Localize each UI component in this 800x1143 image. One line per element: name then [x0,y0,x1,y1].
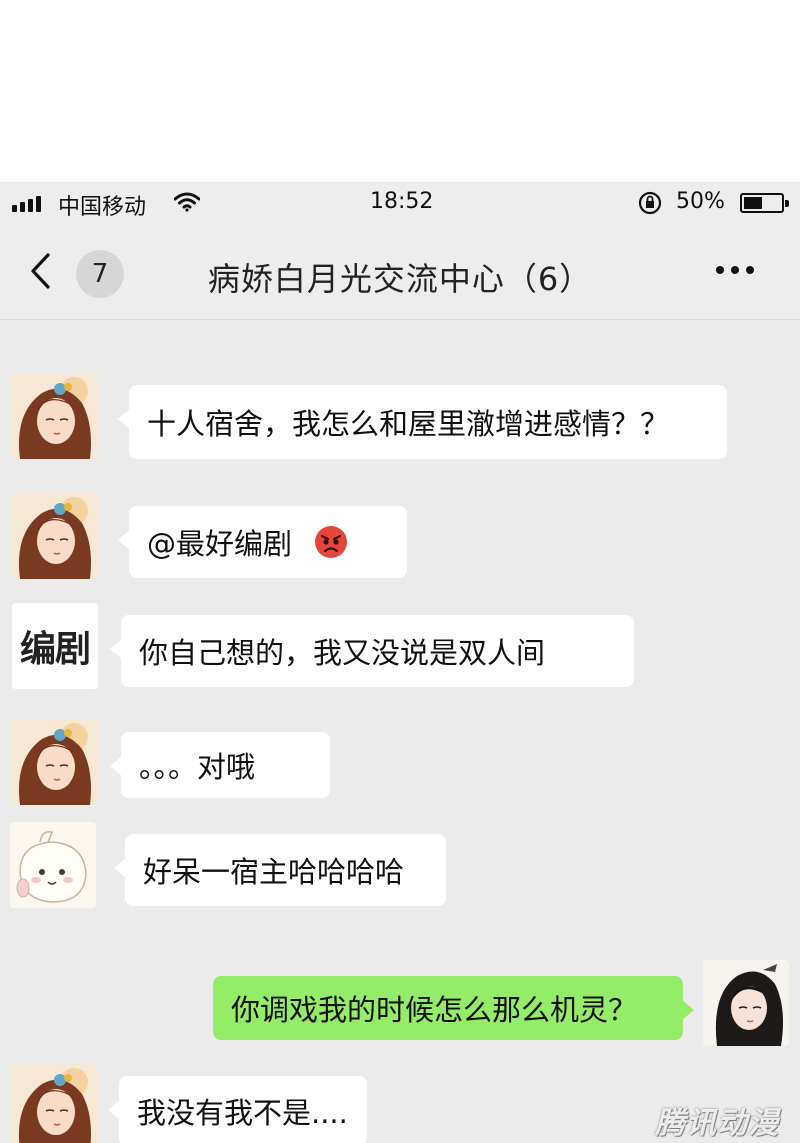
chat-screen: 中国移动 18:52 50% 7 病娇白月光交流中心（6） 十人宿舍，我怎么和屋… [0,182,800,1143]
battery-icon [740,193,789,213]
rotation-lock-icon [638,191,662,215]
system-mascot-avatar[interactable] [10,822,96,908]
status-bar: 中国移动 18:52 50% [0,182,800,226]
more-options-icon[interactable] [716,266,754,274]
status-time: 18:52 [370,189,434,214]
screenwriter-avatar[interactable]: 编剧 [12,603,98,689]
heroine-avatar[interactable] [12,719,98,805]
own-message-bubble[interactable]: 你调戏我的时候怎么那么机灵？ [213,976,694,1040]
message-bubble[interactable]: 好呆一宿主哈哈哈哈 [114,834,446,906]
battery-percentage: 50% [676,189,725,214]
heroine-avatar[interactable] [12,1064,98,1143]
heroine-avatar[interactable] [12,373,98,459]
signal-icon [12,196,41,212]
wifi-icon [174,192,200,212]
carrier-name: 中国移动 [58,195,147,220]
message-bubble[interactable]: 你自己想的，我又没说是双人间 [110,615,634,687]
message-bubble[interactable]: 十人宿舍，我怎么和屋里澈增进感情？？ [118,385,727,459]
watermark: 腾讯动漫 [655,1106,779,1141]
male-lead-avatar[interactable] [703,960,789,1046]
message-text: @最好编剧 [147,527,293,561]
message-bubble[interactable]: @最好编剧 [118,506,407,578]
message-bubble[interactable]: 我没有我不是.... [108,1076,367,1143]
message-bubble[interactable]: 。。。对哦 [110,732,330,798]
chat-title: 病娇白月光交流中心（6） [207,260,593,298]
heroine-avatar[interactable] [12,493,98,579]
chat-header: 7 病娇白月光交流中心（6） [0,226,800,320]
blank-top-area [0,0,800,182]
angry-face-icon [315,526,348,558]
